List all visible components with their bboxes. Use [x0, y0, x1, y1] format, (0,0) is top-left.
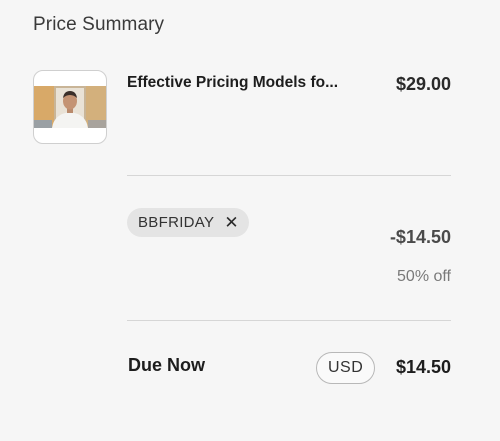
divider [127, 175, 451, 176]
product-thumbnail [33, 70, 107, 144]
coupon-code: BBFRIDAY [138, 214, 215, 231]
currency-selector[interactable]: USD [316, 352, 376, 384]
section-title: Price Summary [33, 14, 165, 35]
discount-amount: -$14.50 [389, 227, 451, 247]
instructor-portrait-icon [34, 86, 106, 128]
product-price: $29.00 [395, 74, 451, 94]
close-icon[interactable]: ✕ [224, 214, 238, 231]
discount-percent: 50% off [397, 268, 451, 285]
coupon-chip: BBFRIDAY ✕ [127, 208, 249, 237]
product-name: Effective Pricing Models fo... [127, 74, 339, 91]
due-now-amount: $14.50 [395, 357, 451, 377]
due-now-label: Due Now [128, 355, 206, 375]
divider [127, 320, 451, 321]
